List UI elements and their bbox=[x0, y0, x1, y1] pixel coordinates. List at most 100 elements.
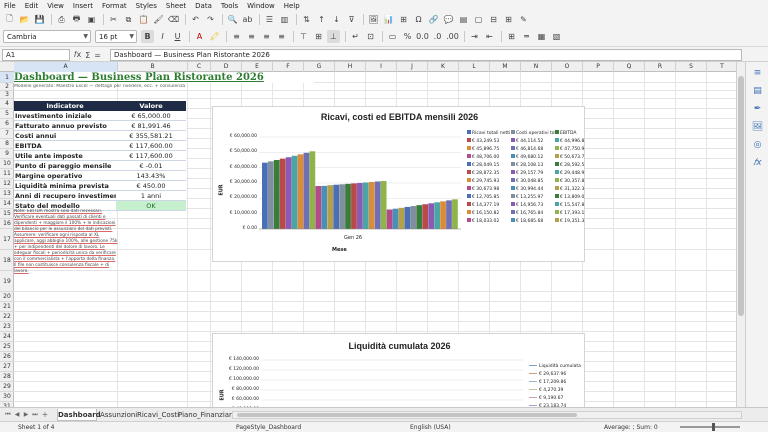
column-header-e[interactable]: E bbox=[242, 62, 273, 72]
column-header-p[interactable]: P bbox=[583, 62, 614, 72]
menu-help[interactable]: Help bbox=[284, 2, 300, 10]
border-style-icon[interactable]: ═ bbox=[520, 30, 533, 43]
row-header-13[interactable]: 13 bbox=[0, 189, 14, 199]
row-header-9[interactable]: 9 bbox=[0, 149, 14, 159]
column-header-d[interactable]: D bbox=[211, 62, 242, 72]
notes-text[interactable]: Note: EBITDA mostra solo dati necessari.… bbox=[14, 209, 118, 277]
vertical-scrollbar[interactable] bbox=[736, 62, 745, 407]
kpi-label[interactable]: Margine operativo bbox=[14, 171, 116, 181]
underline-button[interactable]: U bbox=[171, 30, 184, 43]
insert-image-icon[interactable]: 🖼 bbox=[367, 13, 380, 26]
gallery-icon[interactable]: 🖼 bbox=[751, 120, 764, 133]
row-header-25[interactable]: 25 bbox=[0, 342, 14, 352]
zoom-slider-knob[interactable] bbox=[712, 423, 715, 431]
column-header-i[interactable]: I bbox=[366, 62, 397, 72]
row-header-28[interactable]: 28 bbox=[0, 372, 14, 382]
align-middle-icon[interactable]: ⊞ bbox=[312, 30, 325, 43]
row-header-29[interactable]: 29 bbox=[0, 382, 14, 392]
column-header-f[interactable]: F bbox=[273, 62, 304, 72]
border-color-icon[interactable]: ▦ bbox=[535, 30, 548, 43]
pivot-table-icon[interactable]: ⊞ bbox=[397, 13, 410, 26]
functions-icon[interactable]: 𝑓x bbox=[751, 156, 764, 169]
kpi-value[interactable]: € 81,991.46 bbox=[116, 121, 186, 131]
column-header-k[interactable]: K bbox=[428, 62, 459, 72]
row-header-10[interactable]: 10 bbox=[0, 159, 14, 169]
redo-icon[interactable]: ↷ bbox=[204, 13, 217, 26]
column-header-b[interactable]: B bbox=[118, 62, 188, 72]
font-color-icon[interactable]: A bbox=[193, 30, 206, 43]
kpi-value[interactable]: 143.43% bbox=[116, 171, 186, 181]
column-header-j[interactable]: J bbox=[397, 62, 428, 72]
row-header-8[interactable]: 8 bbox=[0, 139, 14, 149]
menu-format[interactable]: Format bbox=[102, 2, 127, 10]
row-header-5[interactable]: 5 bbox=[0, 109, 14, 119]
model-subtitle[interactable]: Modello generato: Maestro Excel — dettag… bbox=[14, 84, 214, 90]
add-sheet-icon[interactable]: + bbox=[41, 410, 49, 420]
bold-button[interactable]: B bbox=[141, 30, 154, 43]
hamburger-menu-icon[interactable]: ≡ bbox=[751, 66, 764, 79]
styles-icon[interactable]: ✒ bbox=[751, 102, 764, 115]
row-header-2[interactable]: 2 bbox=[0, 83, 14, 91]
sort-descending-icon[interactable]: ↓ bbox=[330, 13, 343, 26]
increase-indent-icon[interactable]: ⇥ bbox=[468, 30, 481, 43]
kpi-value[interactable]: € -0.01 bbox=[116, 161, 186, 171]
clone-formatting-icon[interactable]: 🖌 bbox=[152, 13, 165, 26]
tab-assunzioni[interactable]: Assunzioni bbox=[100, 409, 137, 421]
menu-window[interactable]: Window bbox=[247, 2, 275, 10]
autofilter-icon[interactable]: ⊽ bbox=[345, 13, 358, 26]
function-wizard-icon[interactable]: 𝑓x bbox=[74, 50, 81, 60]
clear-formatting-icon[interactable]: ⌫ bbox=[167, 13, 180, 26]
headers-footers-icon[interactable]: ▤ bbox=[457, 13, 470, 26]
kpi-value[interactable]: € 117,600.00 bbox=[116, 141, 186, 151]
row-header-4[interactable]: 4 bbox=[0, 99, 14, 109]
previous-sheet-icon[interactable]: ◀ bbox=[13, 410, 21, 420]
italic-button[interactable]: I bbox=[156, 30, 169, 43]
align-center-icon[interactable]: ≡ bbox=[245, 30, 258, 43]
define-print-area-icon[interactable]: ▢ bbox=[472, 13, 485, 26]
row-header-14[interactable]: 14 bbox=[0, 199, 14, 209]
kpi-label[interactable]: Fatturato annuo previsto bbox=[14, 121, 116, 131]
kpi-value[interactable]: € 355,581.21 bbox=[116, 131, 186, 141]
paste-icon[interactable]: 📋 bbox=[137, 13, 150, 26]
column-header-r[interactable]: R bbox=[645, 62, 676, 72]
sum-icon[interactable]: Σ bbox=[85, 51, 90, 60]
justify-icon[interactable]: ≡ bbox=[275, 30, 288, 43]
column-header-g[interactable]: G bbox=[304, 62, 335, 72]
row-header-7[interactable]: 7 bbox=[0, 129, 14, 139]
align-bottom-icon[interactable]: ⊥ bbox=[327, 30, 340, 43]
column-header-a[interactable]: A bbox=[14, 62, 118, 72]
kpi-label[interactable]: Liquidità minima prevista bbox=[14, 181, 116, 191]
column-header-c[interactable]: C bbox=[188, 62, 211, 72]
row-header-15[interactable]: 15 bbox=[0, 209, 14, 219]
zoom-slider[interactable] bbox=[680, 426, 740, 428]
column-header-l[interactable]: L bbox=[459, 62, 490, 72]
row-header-12[interactable]: 12 bbox=[0, 179, 14, 189]
kpi-label[interactable]: Costi annui bbox=[14, 131, 116, 141]
merge-cells-icon[interactable]: ⊡ bbox=[364, 30, 377, 43]
undo-icon[interactable]: ↶ bbox=[189, 13, 202, 26]
name-box[interactable]: A1 bbox=[2, 49, 70, 61]
column-header-s[interactable]: S bbox=[676, 62, 707, 72]
properties-icon[interactable]: ▤ bbox=[751, 84, 764, 97]
next-sheet-icon[interactable]: ▶ bbox=[22, 410, 30, 420]
menu-view[interactable]: View bbox=[47, 2, 64, 10]
comment-icon[interactable]: 💬 bbox=[442, 13, 455, 26]
kpi-value[interactable]: € 117,600.00 bbox=[116, 151, 186, 161]
kpi-label[interactable]: Punto di pareggio mensile bbox=[14, 161, 116, 171]
column-header-o[interactable]: O bbox=[552, 62, 583, 72]
row-header-30[interactable]: 30 bbox=[0, 392, 14, 402]
hyperlink-icon[interactable]: 🔗 bbox=[427, 13, 440, 26]
kpi-value[interactable]: € 450.00 bbox=[116, 181, 186, 191]
kpi-label[interactable]: Investimento iniziale bbox=[14, 111, 116, 121]
find-replace-icon[interactable]: 🔍 bbox=[226, 13, 239, 26]
highlight-color-icon[interactable]: 🖍 bbox=[208, 30, 221, 43]
sort-ascending-icon[interactable]: ↑ bbox=[315, 13, 328, 26]
row-header-27[interactable]: 27 bbox=[0, 362, 14, 372]
tab-piano-finanziario[interactable]: Piano_Finanziario bbox=[178, 409, 238, 421]
row-icon[interactable]: ☰ bbox=[263, 13, 276, 26]
column-icon[interactable]: ▥ bbox=[278, 13, 291, 26]
row-header-16[interactable]: 16 bbox=[0, 219, 14, 229]
align-top-icon[interactable]: ⊤ bbox=[297, 30, 310, 43]
row-header-20[interactable]: 20 bbox=[0, 292, 14, 302]
row-header-17[interactable]: 17 bbox=[0, 229, 14, 250]
